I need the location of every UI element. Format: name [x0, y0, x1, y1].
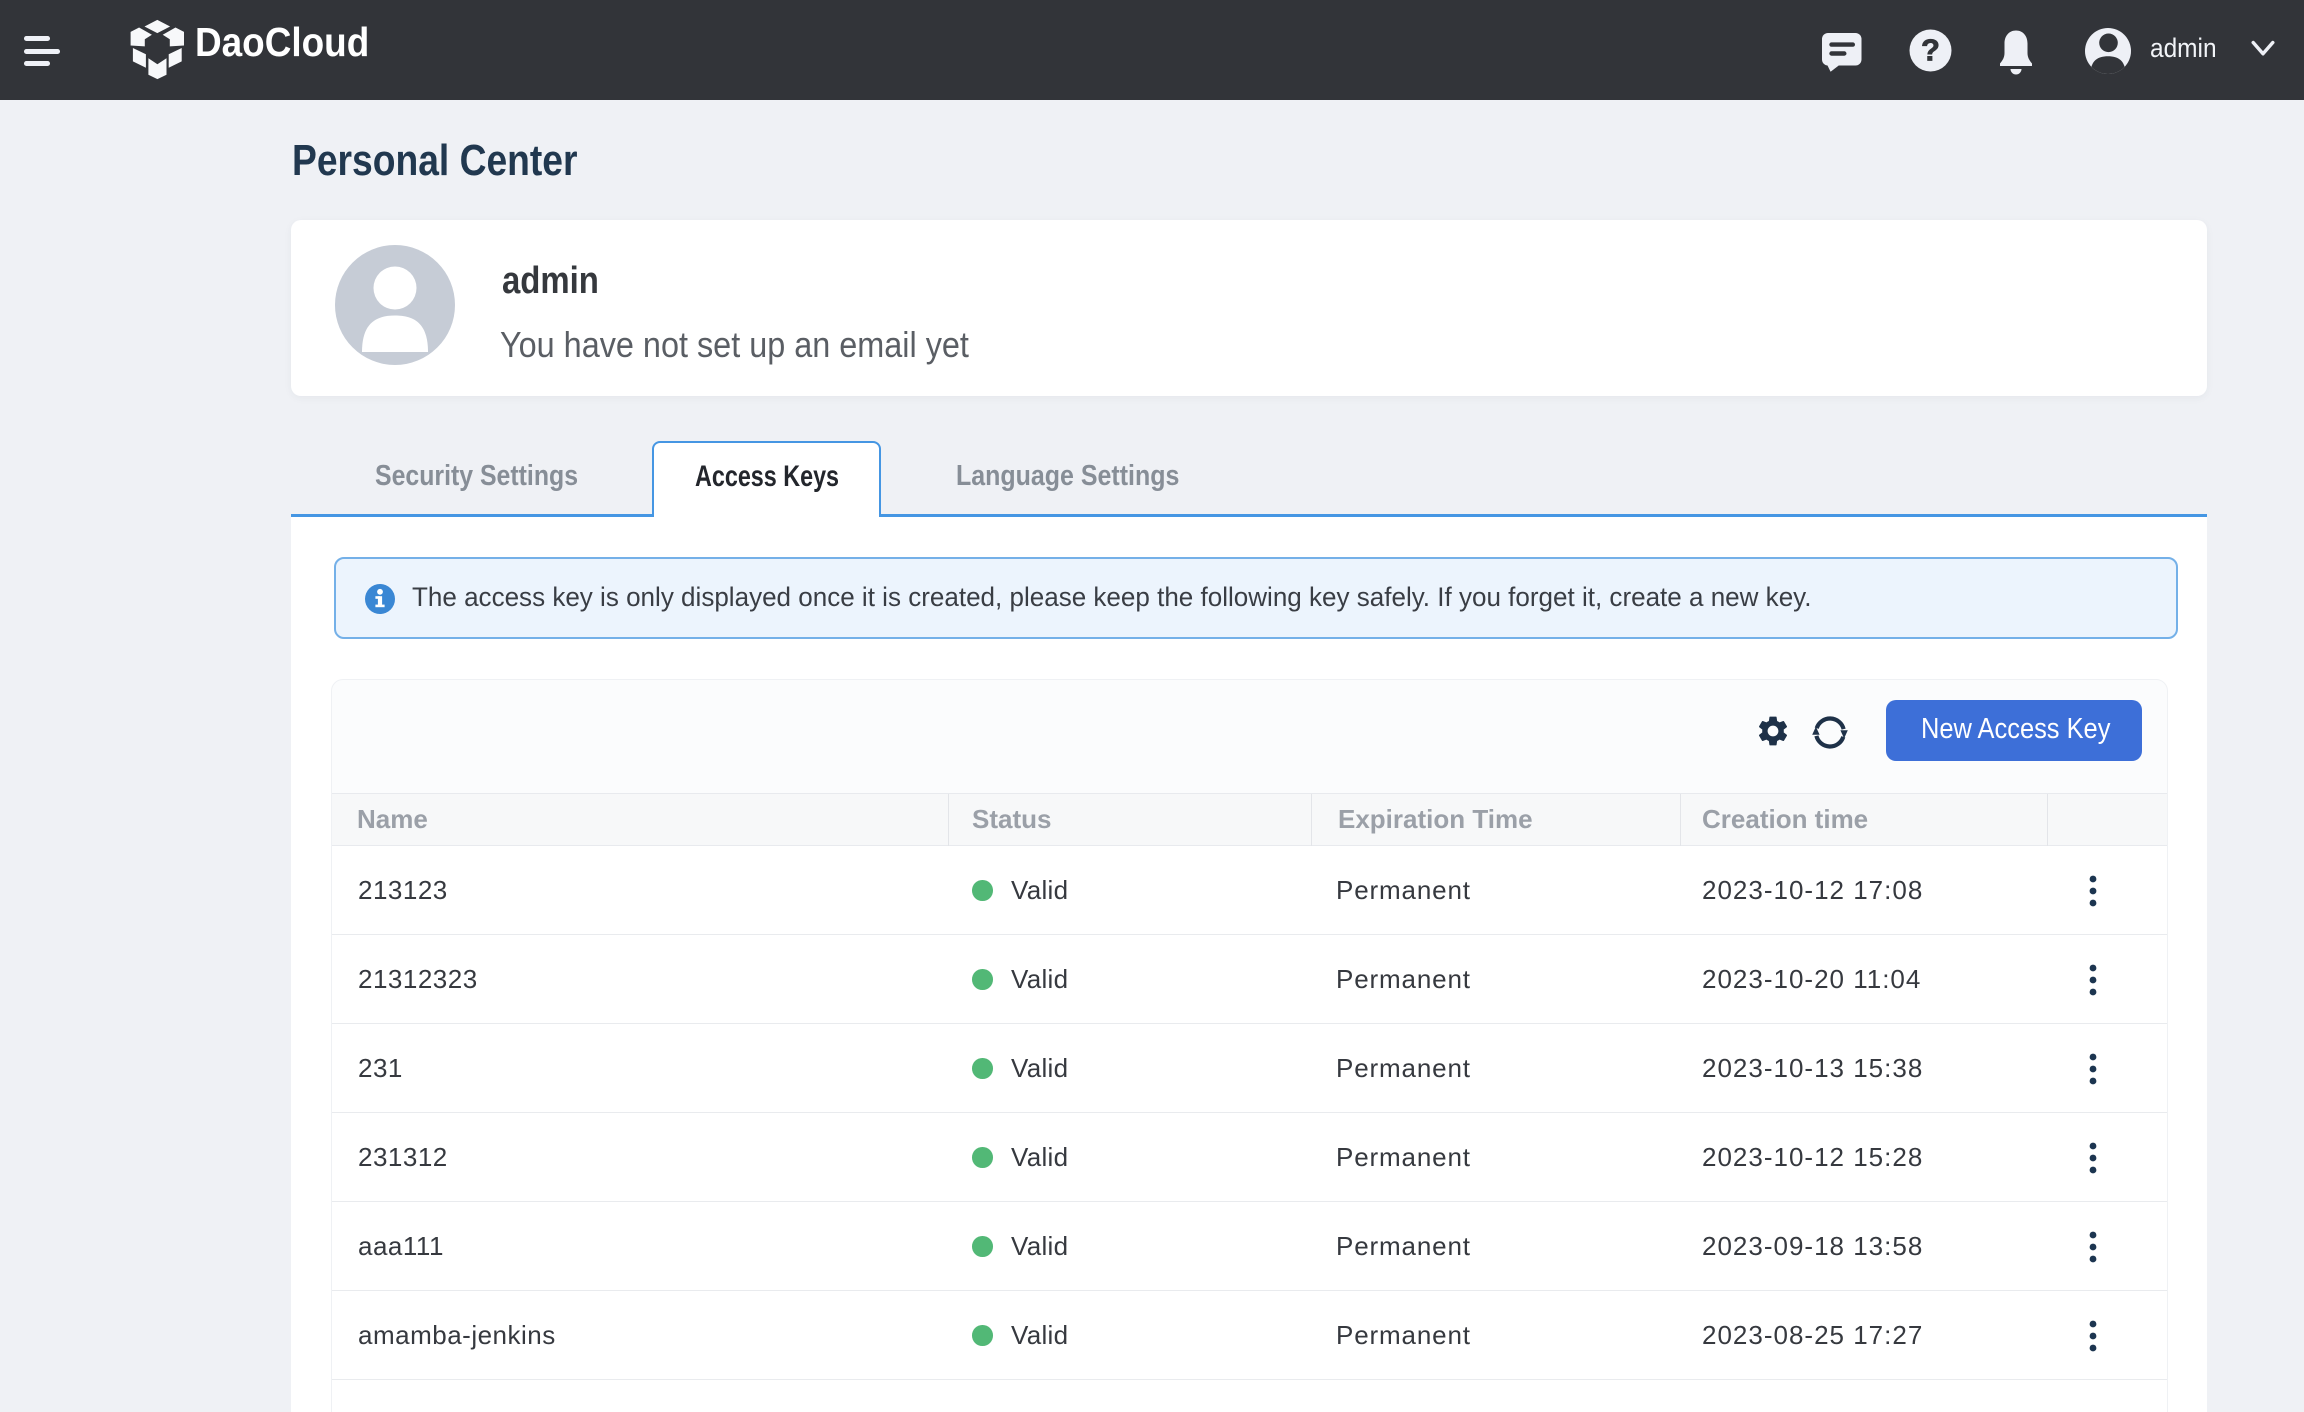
- svg-text:?: ?: [1921, 33, 1940, 68]
